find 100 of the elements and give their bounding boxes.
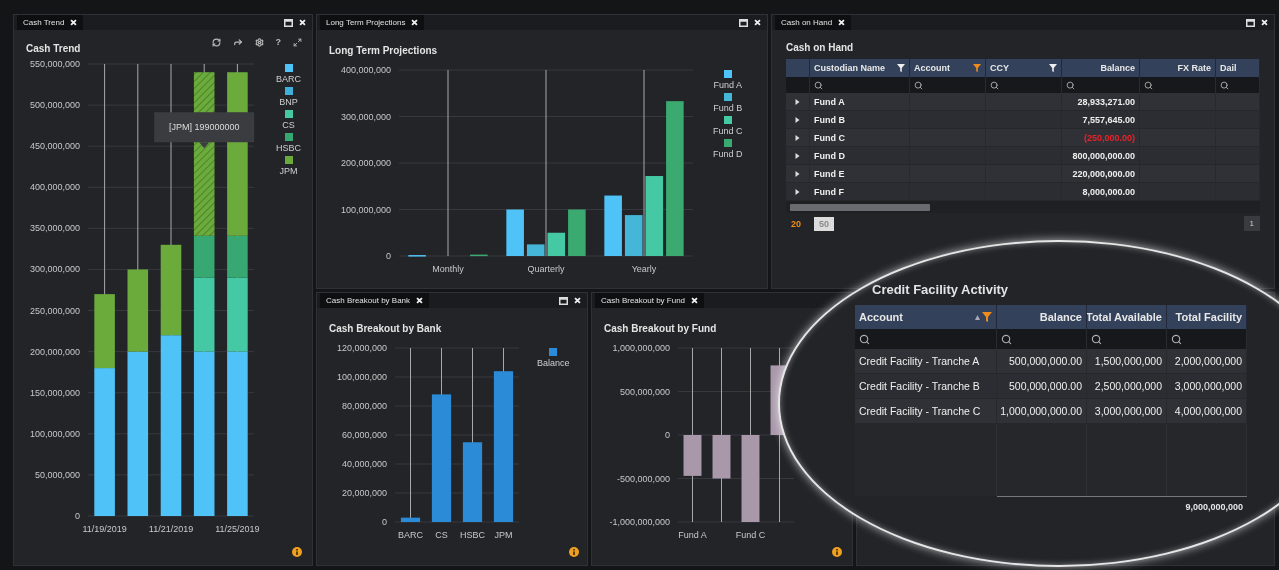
table-cell: Fund F bbox=[810, 183, 910, 201]
caret-icon[interactable] bbox=[795, 188, 800, 195]
info-icon[interactable] bbox=[292, 547, 302, 557]
refresh-icon[interactable] bbox=[211, 37, 221, 47]
tab[interactable]: Cash Breakout by Bank bbox=[320, 293, 430, 308]
tab[interactable]: Cash Breakout by Fund bbox=[595, 293, 705, 308]
axis-label: 400,000,000 bbox=[29, 182, 80, 193]
axis-label: 0 bbox=[665, 430, 670, 440]
table-cell: Credit Facility - Tranche A bbox=[855, 349, 997, 374]
axis-label: 450,000,000 bbox=[29, 141, 80, 152]
search-field[interactable] bbox=[1062, 77, 1140, 93]
tab[interactable]: Long Term Projections bbox=[320, 15, 425, 30]
column-header[interactable]: Balance bbox=[1062, 59, 1140, 77]
caret-icon[interactable] bbox=[795, 116, 800, 123]
search-icon bbox=[1001, 333, 1012, 345]
filter-icon[interactable] bbox=[897, 64, 905, 72]
close-icon[interactable] bbox=[411, 19, 419, 26]
info-icon[interactable] bbox=[569, 547, 579, 557]
table-cell: 7,557,645.00 bbox=[1062, 111, 1140, 129]
axis-label: 11/25/2019 bbox=[215, 524, 260, 534]
legend-label: Fund C bbox=[713, 126, 743, 136]
close-icon[interactable] bbox=[1261, 19, 1268, 26]
legend-label: HSBC bbox=[276, 143, 301, 153]
filter-icon[interactable] bbox=[973, 64, 981, 72]
close-icon[interactable] bbox=[70, 19, 78, 26]
axis-label: 200,000,000 bbox=[29, 346, 80, 357]
close-icon[interactable] bbox=[299, 19, 306, 26]
search-field[interactable] bbox=[1140, 77, 1216, 93]
tab[interactable]: Cash Trend bbox=[17, 15, 84, 30]
column-header[interactable]: Total Facility bbox=[1167, 305, 1247, 329]
table-cell: 3,000,000,000 bbox=[1167, 374, 1247, 399]
axis-label: 20,000,000 bbox=[341, 488, 387, 498]
caret-icon[interactable] bbox=[795, 134, 800, 141]
close-icon[interactable] bbox=[416, 297, 424, 304]
search-icon bbox=[1066, 80, 1075, 90]
column-header[interactable]: Account bbox=[910, 59, 986, 77]
column-header[interactable]: Balance bbox=[997, 305, 1087, 329]
expander[interactable] bbox=[786, 93, 810, 111]
page-size-button[interactable]: 20 bbox=[786, 216, 806, 231]
axis-label: 0 bbox=[386, 251, 391, 261]
maximize-icon[interactable] bbox=[739, 18, 748, 27]
table-cell: 28,933,271.00 bbox=[1062, 93, 1140, 111]
axis-label: 300,000,000 bbox=[340, 111, 391, 122]
axis-label: 100,000,000 bbox=[340, 204, 391, 215]
maximize-icon[interactable] bbox=[1246, 18, 1255, 27]
search-icon bbox=[1091, 333, 1102, 345]
table-cell: 800,000,000.00 bbox=[1062, 147, 1140, 165]
settings-icon[interactable] bbox=[254, 37, 264, 47]
expander[interactable] bbox=[786, 129, 810, 147]
search-icon bbox=[1220, 80, 1229, 90]
close-icon[interactable] bbox=[838, 19, 846, 26]
search-field[interactable] bbox=[1087, 329, 1167, 349]
column-header[interactable]: FX Rate bbox=[1140, 59, 1216, 77]
caret-icon[interactable] bbox=[795, 170, 800, 177]
axis-label: 250,000,000 bbox=[29, 305, 80, 316]
forward-arrow-icon[interactable] bbox=[232, 37, 243, 47]
tab[interactable]: Cash on Hand bbox=[775, 15, 852, 30]
search-field[interactable] bbox=[1167, 329, 1247, 349]
info-icon[interactable] bbox=[832, 547, 842, 557]
expander[interactable] bbox=[786, 147, 810, 165]
sort-icon[interactable] bbox=[975, 314, 980, 320]
table-cell: Fund C bbox=[810, 129, 910, 147]
panel-title: Credit Facility Activity bbox=[872, 282, 1009, 297]
axis-label: Fund C bbox=[735, 530, 766, 540]
column-header[interactable]: Dail bbox=[1216, 59, 1260, 77]
table-cell: 2,000,000,000 bbox=[1167, 349, 1247, 374]
column-header[interactable]: CCY bbox=[986, 59, 1062, 77]
close-icon[interactable] bbox=[754, 19, 761, 26]
total-value: 9,000,000,000 bbox=[1167, 496, 1247, 516]
scrollbar-thumb[interactable] bbox=[790, 203, 930, 211]
search-field[interactable] bbox=[1216, 77, 1260, 93]
column-header[interactable]: Account bbox=[855, 305, 997, 329]
maximize-icon[interactable] bbox=[559, 296, 568, 305]
close-icon[interactable] bbox=[691, 297, 699, 304]
axis-label: 100,000,000 bbox=[336, 372, 387, 382]
close-icon[interactable] bbox=[574, 297, 581, 304]
column-header[interactable]: Custodian Name bbox=[810, 59, 910, 77]
search-field[interactable] bbox=[810, 77, 910, 93]
scrollbar[interactable] bbox=[786, 201, 1260, 213]
help-button[interactable]: ? bbox=[275, 37, 281, 47]
expander[interactable] bbox=[786, 165, 810, 183]
caret-icon[interactable] bbox=[795, 152, 800, 159]
expander[interactable] bbox=[786, 183, 810, 201]
expand-icon[interactable] bbox=[293, 37, 302, 47]
axis-label: 300,000,000 bbox=[29, 264, 80, 275]
maximize-icon[interactable] bbox=[284, 18, 293, 27]
caret-icon[interactable] bbox=[795, 98, 800, 105]
search-field[interactable] bbox=[986, 77, 1062, 93]
legend-label: JPM bbox=[279, 166, 298, 176]
expander[interactable] bbox=[786, 111, 810, 129]
axis-label: 500,000,000 bbox=[619, 386, 670, 397]
search-field[interactable] bbox=[997, 329, 1087, 349]
search-field[interactable] bbox=[855, 329, 997, 349]
filter-icon[interactable] bbox=[1049, 64, 1057, 72]
search-field[interactable] bbox=[910, 77, 986, 93]
axis-label: 100,000,000 bbox=[29, 428, 80, 439]
axis-label: 500,000,000 bbox=[29, 100, 80, 111]
filter-icon[interactable] bbox=[982, 312, 992, 322]
page-button[interactable]: 1 bbox=[1243, 216, 1260, 231]
table-cell bbox=[1216, 93, 1260, 111]
